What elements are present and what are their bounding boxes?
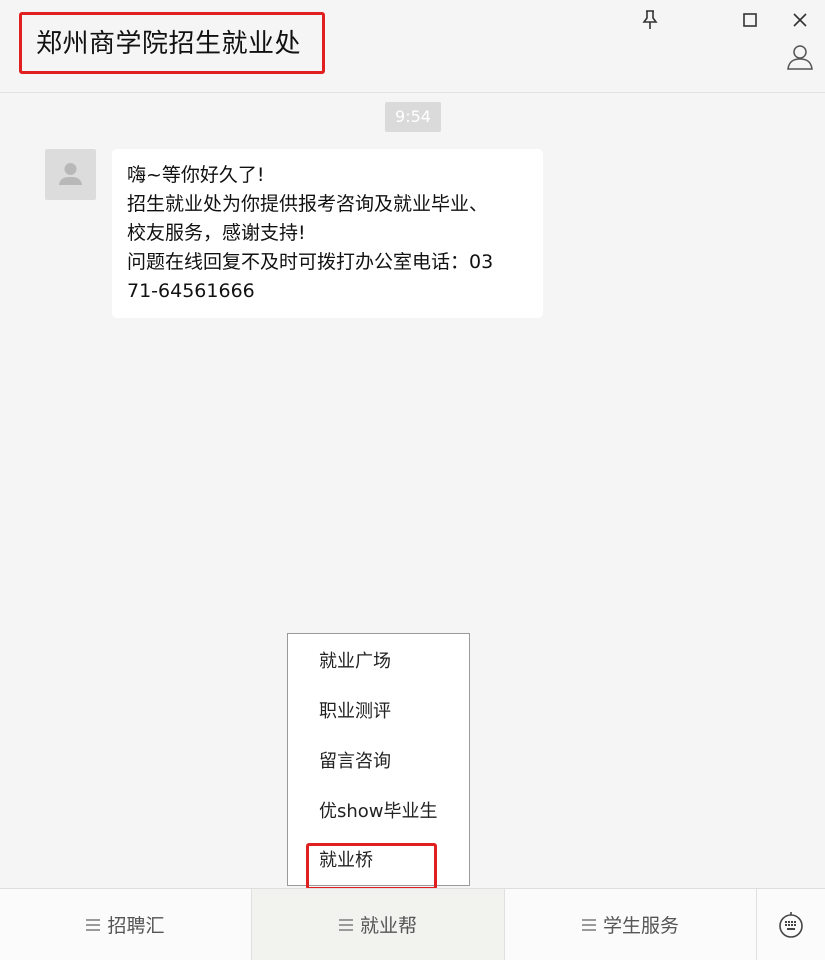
menu-item-graduate-show[interactable]: 优show毕业生: [319, 800, 438, 824]
tab-label: 招聘汇: [107, 915, 165, 937]
menu-item-jobs-plaza[interactable]: 就业广场: [319, 650, 391, 674]
tab-student-services[interactable]: 学生服务: [505, 889, 757, 960]
default-avatar-icon: [59, 163, 82, 185]
chat-title: 郑州商学院招生就业处: [36, 29, 302, 59]
message-line: 问题在线回复不及时可拨打办公室电话：03: [127, 251, 494, 273]
keyboard-icon: [779, 911, 803, 938]
message-line: 嗨~等你好久了!: [127, 164, 265, 186]
keyboard-toggle-button[interactable]: [757, 889, 825, 960]
avatar[interactable]: [45, 149, 96, 200]
menu-lines-icon: [338, 918, 353, 931]
close-icon[interactable]: [788, 8, 812, 32]
chat-window: 郑州商学院招生就业处 9:54 嗨~等你好久了! 招生就业处为你提供报考咨询及就…: [0, 0, 825, 960]
tab-label: 就业帮: [359, 915, 417, 937]
message-bubble: 嗨~等你好久了! 招生就业处为你提供报考咨询及就业毕业、 校友服务，感谢支持! …: [112, 149, 543, 318]
menu-lines-icon: [86, 918, 101, 931]
message-line: 校友服务，感谢支持!: [127, 222, 306, 244]
pin-icon[interactable]: [638, 8, 662, 32]
profile-icon[interactable]: [785, 42, 815, 72]
tab-employment-help[interactable]: 就业帮: [252, 889, 505, 960]
menu-item-employment-bridge[interactable]: 就业桥: [319, 849, 373, 873]
tab-label: 学生服务: [602, 915, 679, 937]
message-line: 招生就业处为你提供报考咨询及就业毕业、: [127, 193, 489, 215]
menu-item-message-consult[interactable]: 留言咨询: [319, 750, 391, 774]
title-bar: 郑州商学院招生就业处: [0, 0, 825, 93]
menu-lines-icon: [581, 918, 596, 931]
bottom-menu-bar: 招聘汇 就业帮 学生服务: [0, 888, 825, 960]
message-timestamp: 9:54: [385, 102, 441, 132]
menu-item-career-assessment[interactable]: 职业测评: [319, 700, 391, 724]
maximize-icon[interactable]: [738, 8, 762, 32]
submenu-popup: 就业广场 职业测评 留言咨询 优show毕业生 就业桥: [287, 633, 470, 886]
message-line: 71-64561666: [127, 280, 255, 302]
tab-recruitment[interactable]: 招聘汇: [0, 889, 252, 960]
